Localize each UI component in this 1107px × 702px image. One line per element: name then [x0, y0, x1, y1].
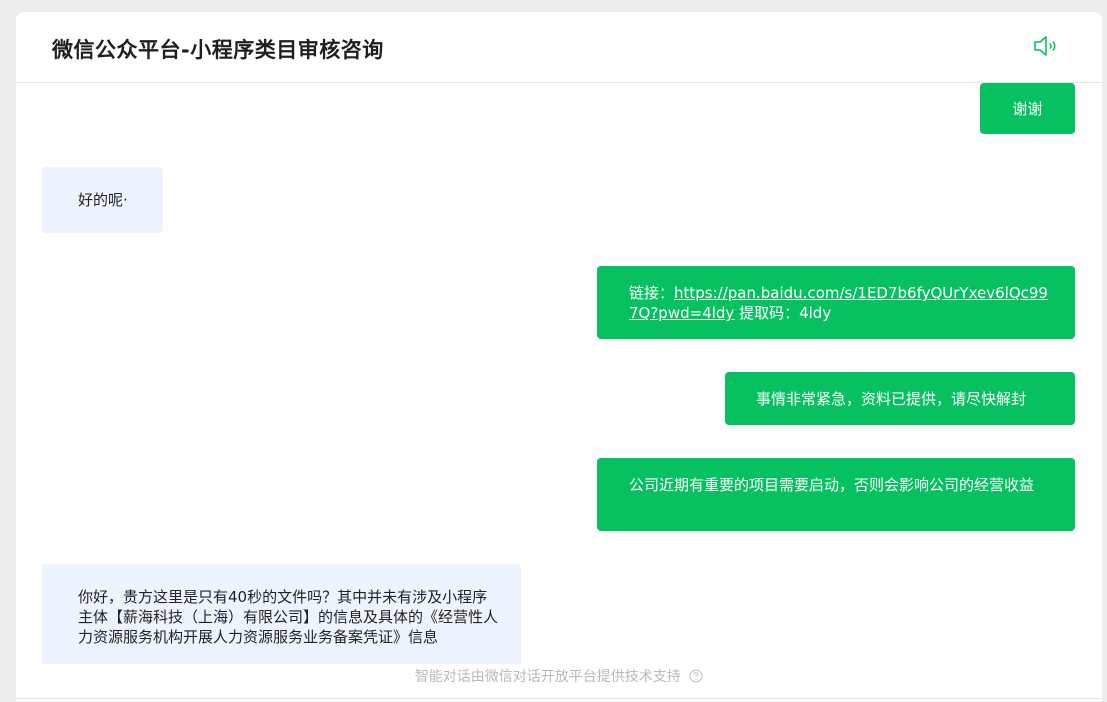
footer-text: 智能对话由微信对话开放平台提供技术支持	[414, 669, 681, 685]
message-list[interactable]: 谢谢 好的呢· 链接：https://pan.baidu.com/s/1ED7b…	[16, 83, 1102, 664]
message-text: 谢谢	[1012, 100, 1043, 118]
help-icon[interactable]	[689, 669, 703, 683]
chat-panel: 微信公众平台-小程序类目审核咨询 谢谢 好的呢· 链接：https://pan.…	[16, 12, 1102, 702]
chat-header: 微信公众平台-小程序类目审核咨询	[16, 12, 1102, 83]
message-text: 好的呢·	[78, 191, 128, 209]
user-message: 链接：https://pan.baidu.com/s/1ED7b6fyQUrYx…	[597, 266, 1075, 339]
bot-message: 你好，贵方这里是只有40秒的文件吗？其中并未有涉及小程序主体【薪海科技（上海）有…	[42, 564, 521, 664]
message-text: 你好，贵方这里是只有40秒的文件吗？其中并未有涉及小程序主体【薪海科技（上海）有…	[78, 588, 499, 646]
message-suffix: 提取码：4ldy	[734, 304, 832, 322]
message-text: 公司近期有重要的项目需要启动，否则会影响公司的经营收益	[629, 476, 1035, 494]
user-message: 公司近期有重要的项目需要启动，否则会影响公司的经营收益	[597, 458, 1075, 531]
message-text: 事情非常紧急，资料已提供，请尽快解封	[756, 390, 1027, 408]
bot-message: 好的呢·	[42, 167, 163, 233]
footer-divider	[16, 698, 1102, 699]
user-message: 谢谢	[980, 83, 1075, 134]
share-link[interactable]: https://pan.baidu.com/s/1ED7b6fyQUrYxev6…	[629, 284, 1048, 322]
speaker-icon[interactable]	[1031, 34, 1061, 58]
user-message: 事情非常紧急，资料已提供，请尽快解封	[725, 372, 1075, 425]
page-title: 微信公众平台-小程序类目审核咨询	[52, 38, 384, 62]
footer-note: 智能对话由微信对话开放平台提供技术支持	[16, 664, 1102, 694]
message-prefix: 链接：	[629, 284, 675, 302]
